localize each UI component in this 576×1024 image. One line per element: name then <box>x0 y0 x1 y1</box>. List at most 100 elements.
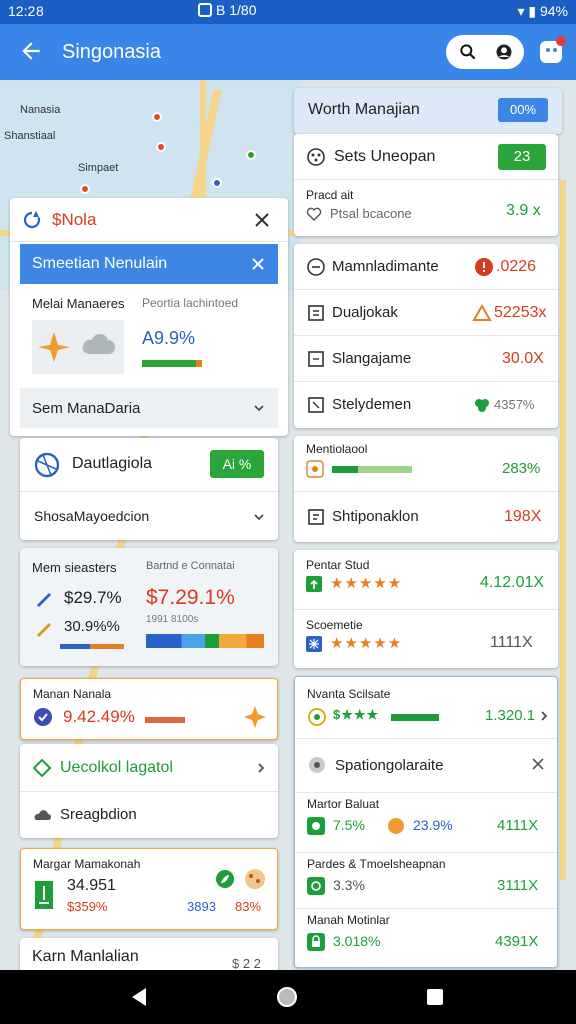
status-bar: 12:2 8 B 1/80 ▾ ▮ 94% <box>0 0 576 24</box>
sets-badge: 23 <box>498 144 546 170</box>
dropdown[interactable]: ShosaMayoedcion <box>20 494 278 538</box>
panel2-item-a: 7.5% <box>333 817 365 833</box>
trophy-icon <box>35 881 53 909</box>
list-item-value: 52253x <box>494 304 547 321</box>
refresh-icon[interactable] <box>22 210 42 230</box>
pred-value: 3.9 x <box>506 202 541 219</box>
panel2-item-value: 3111X <box>497 877 539 894</box>
list-item[interactable]: Uecolkol lagatol <box>20 744 278 792</box>
map-pin-icon[interactable] <box>246 150 256 160</box>
app-bar: Singonasia <box>0 24 576 80</box>
shield-icon <box>34 708 52 726</box>
sets-label: Sets Uneopan <box>334 148 436 165</box>
metrics-subtitle: Bartnd e Connatai <box>146 560 235 572</box>
nav-recents-icon[interactable] <box>424 986 446 1008</box>
sets-row[interactable]: Sets Uneopan 23 <box>294 134 558 180</box>
close-icon[interactable] <box>531 757 545 771</box>
panel2-item[interactable]: Martor Baluat 7.5% 23.9% 4111X <box>295 793 557 853</box>
sub-header-title: Smeetian Nenulain <box>32 255 168 272</box>
search-icon[interactable] <box>458 42 478 62</box>
map-pin-icon[interactable] <box>156 142 166 152</box>
list-item[interactable]: Mamnladimante .0226 <box>294 244 558 290</box>
map-pin-icon[interactable] <box>80 184 90 194</box>
rating-row[interactable]: Pentar Stud ★★★★★ 4.12.01X <box>294 550 558 610</box>
dashboard-row[interactable]: Dautlagiola Ai % <box>20 438 278 492</box>
list-item-value: 30.0X <box>502 350 544 367</box>
status-center-text: B 1/80 <box>216 2 257 18</box>
ratings-card: Pentar Stud ★★★★★ 4.12.01X Scoemetie ★★★… <box>294 550 558 668</box>
avatar-icon[interactable] <box>536 35 568 67</box>
mini-card[interactable]: Manan Nanala 9.42.49% <box>20 678 278 740</box>
pred-row[interactable]: Pracd ait Ptsal bcacone 3.9 x <box>294 180 558 236</box>
compass-icon <box>38 332 70 362</box>
list-item[interactable]: Sreagbdion <box>20 792 278 838</box>
list-item[interactable]: Slangajame 30.0X <box>294 336 558 382</box>
right-header-badge[interactable]: 00% <box>498 98 548 122</box>
market-value-2: $359% <box>67 899 108 914</box>
shipping-row[interactable]: Shtiponaklon 198X <box>294 492 558 542</box>
panel2-item[interactable]: Pardes & Tmoelsheapnan 3.3% 3111X <box>295 853 557 909</box>
square-icon <box>308 509 324 525</box>
leaf-icon <box>216 870 234 888</box>
stats-bar-orange <box>196 360 202 367</box>
panel2-bar <box>391 714 439 721</box>
market-card[interactable]: Margar Mamakonah 34.951 $359% 3893 83% <box>20 848 278 930</box>
chevron-right-icon[interactable] <box>256 763 266 773</box>
cloud-map-icon <box>82 334 116 354</box>
mention-card: Mentiolaool 283% Shtiponaklon 198X <box>294 436 558 542</box>
square-icon <box>308 351 324 367</box>
tent-icon <box>472 303 492 321</box>
panel-title: $Nola <box>52 210 97 229</box>
panel2-header[interactable]: Nvanta Scilsate $★★★ 1.320.1 <box>295 677 557 739</box>
close-icon[interactable] <box>248 254 268 274</box>
search-pill[interactable] <box>446 35 524 69</box>
chevron-down-icon[interactable] <box>254 512 264 522</box>
battery-text: 94% <box>539 3 568 19</box>
list-card: Uecolkol lagatol Sreagbdion <box>20 744 278 838</box>
mini-value: 9.42.49% <box>63 707 135 726</box>
back-arrow-icon[interactable] <box>18 38 44 64</box>
chevron-down-icon[interactable] <box>254 403 264 413</box>
cookie-icon <box>245 869 265 889</box>
section-header[interactable]: Spationgolaraite <box>295 739 557 793</box>
close-icon[interactable] <box>252 210 272 230</box>
dashboard-label: Dautlagiola <box>72 455 153 472</box>
heart-icon <box>306 207 322 221</box>
nav-home-icon[interactable] <box>276 986 298 1008</box>
map-label: Nanasia <box>20 104 61 116</box>
chevron-right-icon[interactable] <box>539 711 549 721</box>
minus-circle-icon <box>307 258 325 276</box>
metrics-card: Mem sieasters Bartnd e Connatai $29.7% 3… <box>20 548 278 666</box>
cloud-icon <box>34 810 51 820</box>
panel2-item-title: Pardes & Tmoelsheapnan <box>307 857 446 871</box>
dashboard-badge: Ai % <box>210 450 264 478</box>
orange-dot-icon <box>388 818 404 834</box>
mention-row[interactable]: Mentiolaool 283% <box>294 436 558 492</box>
metrics-stacked-bar <box>146 634 264 648</box>
navigation-bar <box>0 970 576 1024</box>
profile-icon[interactable] <box>494 42 514 62</box>
metrics-title: Mem sieasters <box>32 560 117 575</box>
stats-subtitle: Peortia lachintoed <box>142 296 239 310</box>
square-icon <box>308 397 324 413</box>
map-pin-icon[interactable] <box>212 178 222 188</box>
dropdown[interactable]: Sem ManaDaria <box>20 388 278 428</box>
dropdown-label: ShosaMayoedcion <box>34 508 150 524</box>
snowflake-icon <box>306 636 322 652</box>
panel2-item[interactable]: Manah Motinlar 3.018% 4391X <box>295 909 557 967</box>
rating-title: Scoemetie <box>306 618 363 632</box>
list-item-label: Mamnladimante <box>332 258 439 275</box>
rating-row[interactable]: Scoemetie ★★★★★ 1111X <box>294 610 558 668</box>
map-pin-icon[interactable] <box>152 112 162 122</box>
list-item[interactable]: Stelydemen 4357% <box>294 382 558 428</box>
panel-header: $Nola <box>10 198 288 242</box>
sub-header[interactable]: Smeetian Nenulain <box>20 244 278 284</box>
status-icon-left: 8 <box>36 3 44 19</box>
pred-subtitle: Ptsal bcacone <box>330 206 412 221</box>
list-item[interactable]: Dualjokak 52253x <box>294 290 558 336</box>
info-icon <box>309 757 325 773</box>
sets-card: Sets Uneopan 23 Pracd ait Ptsal bcacone … <box>294 134 558 236</box>
metrics-bar <box>60 644 90 649</box>
dashboard-card: Dautlagiola Ai % ShosaMayoedcion <box>20 438 278 540</box>
nav-back-icon[interactable] <box>128 986 150 1008</box>
